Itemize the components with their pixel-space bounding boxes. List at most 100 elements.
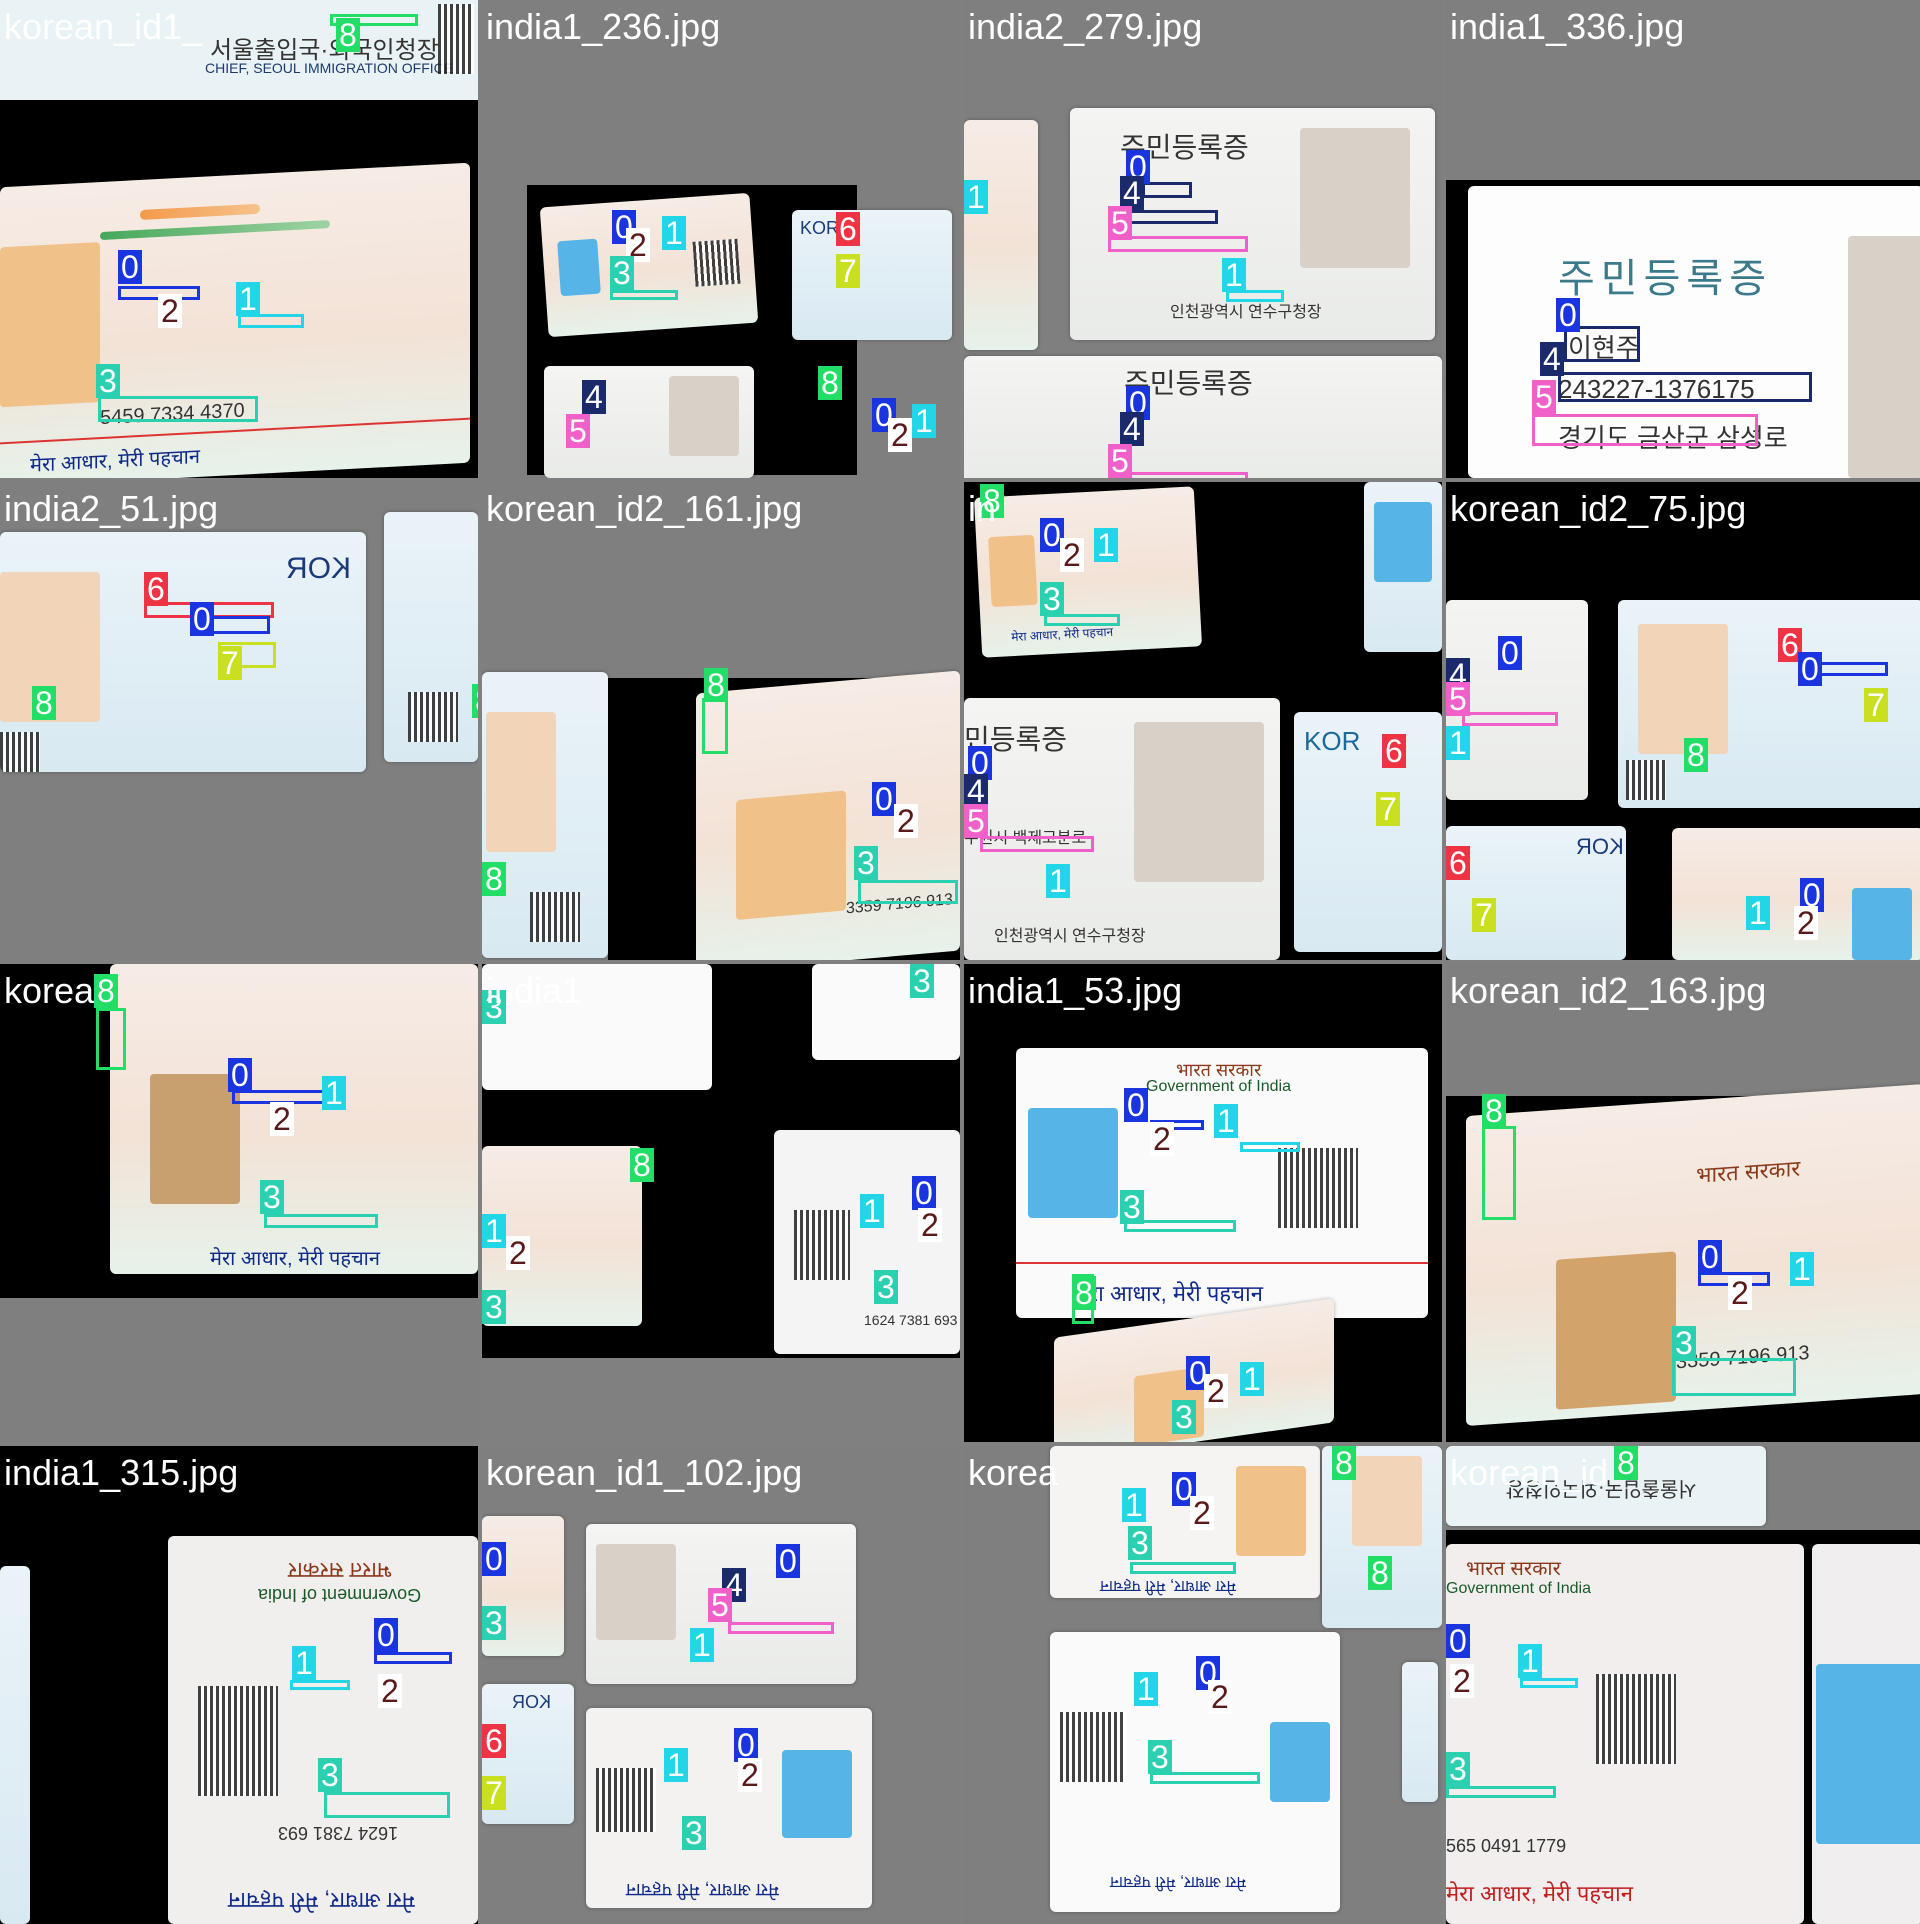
saffron-band [140,203,260,220]
bbox-1 [1240,1142,1300,1152]
filename-label: korean_id2_163.jpg [1450,970,1767,1011]
aadhaar-card: मेरा आधार, मेरी पहचान [1050,1446,1320,1598]
class-label-2: 2 [918,1208,942,1242]
govt-hindi: भारत सरकार [288,1558,393,1583]
kor-text: KOR [512,1692,552,1712]
class-label-2: 2 [506,1236,530,1270]
class-label-2: 2 [1728,1276,1752,1310]
residence-card [0,1566,30,1924]
class-label-3: 3 [1172,1400,1196,1434]
photo [1270,1722,1330,1802]
govt-english: Government of India [258,1585,422,1605]
grey-pad [482,1358,960,1442]
class-label-1: 1 [912,404,936,438]
class-label-0: 0 [912,1176,936,1210]
class-label-1: 1 [1122,1488,1146,1522]
class-label-2: 2 [1208,1680,1232,1714]
tile-india2-279: 주민등록증 인천광역시 연수구청장 주민등록증 india2_279.jpg 1… [964,0,1442,478]
qr-code [0,732,40,772]
aadhaar-card: 3359 7196 913 [696,670,960,960]
class-label-1: 1 [964,180,988,214]
bbox-3 [264,1214,378,1228]
class-label-2: 2 [1060,538,1084,572]
filename-label: india1 [486,970,583,1011]
kor-text: KOR [1576,834,1624,859]
class-label-2: 2 [378,1674,402,1708]
photo [1852,888,1912,960]
qr-code [198,1686,278,1796]
aadhaar-footer: मेरा आधार, मेरी पहचान [1110,1873,1246,1890]
photo [988,534,1038,608]
class-label-8: 8 [1482,1094,1506,1128]
class-label-3: 3 [1040,582,1064,616]
class-label-0: 0 [190,602,214,636]
aadhaar-footer: मेरा आधार, मेरी पहचान [1100,1577,1236,1594]
class-label-1: 1 [1214,1104,1238,1138]
bbox-5 [980,836,1094,852]
aadhaar-card: 5459 7334 4370 मेरा आधार, मेरी पहचान [0,162,470,478]
class-label-0: 0 [374,1618,398,1652]
class-label-2: 2 [894,804,918,838]
class-label-3: 3 [1120,1190,1144,1224]
tile-korean-id1: 서울출입국·외국인청장 CHIEF, SEOUL IMMIGRATION OFF… [0,0,478,478]
aadhaar-footer: मेरा आधार, मेरी पहचान [626,1880,779,1900]
korean-card: 민등록증 수원시 백제고분로 인천광역시 연수구청장 [964,698,1280,960]
class-label-1: 1 [1446,726,1470,760]
class-label-1: 1 [292,1646,316,1680]
class-label-5: 5 [708,1588,732,1622]
residence-card-2 [384,512,478,762]
tile-india-27: मेरा आधार, मेरी पहचान 민등록증 수원시 백제고분로 인천광… [964,482,1442,960]
class-label-2: 2 [1150,1122,1174,1156]
class-label-5: 5 [1532,380,1556,414]
filename-label: korean_id2_161.jpg [486,488,803,529]
aadhaar-number: 1624 7381 693 [864,1312,958,1328]
aadhaar-footer: मेरा आधार, मेरी पहचान [1076,1281,1263,1306]
class-label-8: 8 [630,1148,654,1182]
bbox-5 [1532,414,1758,446]
tile-india1-53: भारत सरकार Government of India मेरा आधार… [964,964,1442,1442]
class-label-3: 3 [1446,1752,1470,1786]
bbox-8 [96,1008,126,1070]
qr-code [794,1210,850,1280]
govt-english: Government of India [1146,1078,1291,1095]
photo [1300,128,1410,268]
mosaic-grid: 서울출입국·외국인청장 CHIEF, SEOUL IMMIGRATION OFF… [0,0,1920,1924]
class-label-6: 6 [482,1724,506,1758]
filename-label: india1_53.jpg [968,970,1183,1011]
class-label-1: 1 [1790,1252,1814,1286]
photo [1638,624,1728,754]
bbox-3 [324,1792,450,1818]
photo [1848,236,1920,478]
class-label-2: 2 [1204,1374,1228,1408]
class-label-1: 1 [664,1748,688,1782]
class-label-2: 2 [738,1758,762,1792]
class-label-1: 1 [860,1194,884,1228]
photo [557,238,601,297]
class-label-3: 3 [874,1270,898,1304]
class-label-0: 0 [1698,1240,1722,1274]
filename-label: korean_id1_102.jpg [486,1452,803,1493]
govt-hindi: भारत सरकार [1696,1155,1801,1188]
filename-label: india2_51.jpg [4,488,219,529]
class-label-4: 4 [1120,412,1144,446]
residence-card [1364,482,1442,652]
class-label-3: 3 [1672,1326,1696,1360]
filename-label: korea [4,970,95,1011]
tile-korean-id2-163: भारत सरकार 3359 7196 913 korean_id2_163.… [1446,964,1920,1442]
class-label-8: 8 [1072,1276,1096,1310]
red-line [1016,1262,1428,1264]
korean-card-2: 주민등록증 [964,356,1442,478]
qr-code [692,238,741,287]
photo [1028,1108,1118,1218]
aadhaar-card-2: मेरा आधार, मेरी पहचान [586,1708,872,1908]
class-label-0: 0 [1446,1624,1470,1658]
govt-hindi: भारत सरकार [1466,1558,1561,1580]
class-label-7: 7 [218,646,242,680]
photo [596,1544,676,1640]
class-label-1: 1 [662,216,686,250]
class-label-0: 0 [118,250,142,284]
tile-korean-id2-161: 3359 7196 913 korean_id2_161.jpg 8 0 2 3… [482,482,960,960]
aadhaar-card [539,192,759,338]
bbox-8 [1482,1126,1516,1220]
aadhaar-card-2 [812,964,960,1060]
